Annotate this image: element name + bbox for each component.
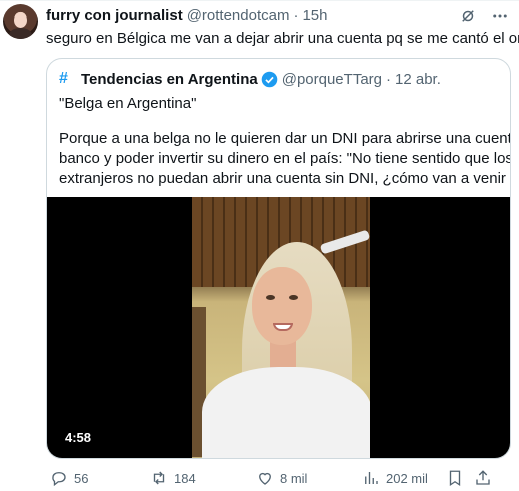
repost-icon: [153, 471, 165, 485]
quote-body: Porque a una belga no le quieren dar un …: [59, 129, 511, 189]
quote-body-line: Porque a una belga no le quieren dar un …: [59, 130, 511, 147]
more-icon[interactable]: [491, 7, 509, 30]
frame-shirt: [202, 367, 370, 458]
tweet[interactable]: furry con journalist @rottendotcam · 15h…: [0, 0, 519, 491]
action-bar: 56 184 8 mil 202 mil: [46, 469, 511, 489]
author-handle[interactable]: @rottendotcam: [187, 7, 290, 24]
like-count: 8 mil: [280, 470, 308, 486]
tweet-time[interactable]: 15h: [302, 7, 327, 24]
quote-body-line: banco y poder invertir su dinero en el p…: [59, 150, 511, 167]
separator-dot: ·: [293, 7, 299, 24]
like-button[interactable]: 8 mil: [256, 469, 307, 487]
video-frame: [192, 197, 370, 458]
author-name[interactable]: furry con journalist: [46, 7, 183, 24]
reply-count: 56: [74, 470, 89, 486]
video-duration: 4:58: [65, 430, 92, 445]
bookmark-icon: [449, 470, 461, 487]
avatar-face: [14, 13, 27, 28]
grok-icon[interactable]: [459, 7, 477, 30]
frame-mouth: [273, 323, 293, 331]
frame-face: [252, 267, 312, 345]
bookmark-button[interactable]: [446, 469, 464, 487]
quote-time[interactable]: 12 abr.: [395, 71, 441, 88]
tweet-header: furry con journalist @rottendotcam · 15h: [46, 7, 328, 24]
repost-button[interactable]: 184: [150, 469, 196, 487]
share-button[interactable]: [474, 469, 492, 487]
quote-header: # Tendencias en Argentina @porqueTTarg ·…: [59, 70, 441, 88]
video-player[interactable]: 4:58: [47, 197, 510, 458]
quote-author-name[interactable]: Tendencias en Argentina: [81, 71, 258, 88]
quoted-tweet[interactable]: # Tendencias en Argentina @porqueTTarg ·…: [46, 58, 511, 459]
quote-separator-dot: ·: [386, 70, 391, 88]
reply-icon: [52, 472, 66, 487]
quote-body-line: extranjeros no puedan abrir una cuenta s…: [59, 170, 511, 187]
frame-eye: [289, 295, 298, 300]
verified-icon: [261, 71, 278, 87]
like-icon: [259, 472, 271, 485]
quote-title: "Belga en Argentina": [59, 95, 197, 112]
frame-eye: [266, 295, 275, 300]
views-button[interactable]: 202 mil: [362, 469, 428, 487]
repost-count: 184: [174, 470, 196, 486]
hashtag-avatar-icon: #: [59, 70, 68, 87]
author-avatar[interactable]: [3, 4, 38, 39]
reply-button[interactable]: 56: [50, 469, 88, 487]
quote-author-handle[interactable]: @porqueTTarg: [282, 71, 382, 88]
views-icon: [365, 472, 378, 484]
top-icons: [459, 7, 509, 30]
avatar-body: [9, 28, 32, 39]
tweet-text: seguro en Bélgica me van a dejar abrir u…: [46, 30, 519, 47]
share-icon: [476, 470, 490, 485]
views-count: 202 mil: [386, 470, 428, 486]
